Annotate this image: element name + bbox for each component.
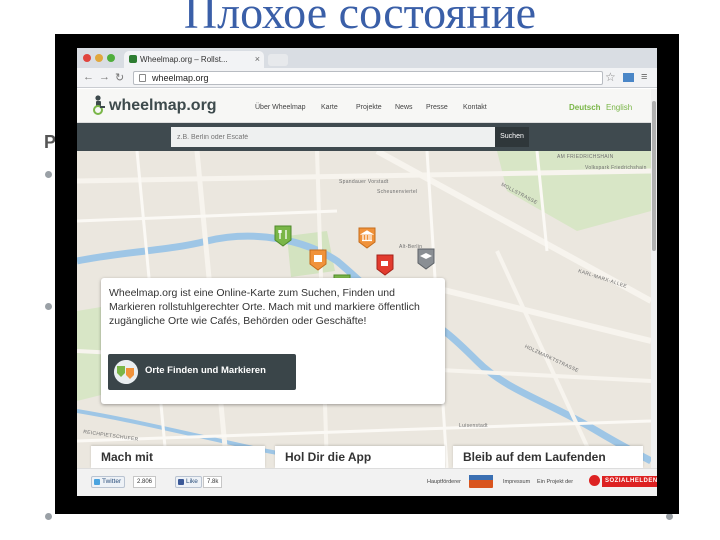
- sozialhelden-logo-icon[interactable]: [589, 475, 600, 486]
- sponsor-label: Hauptförderer: [427, 479, 461, 485]
- search-band: Suchen: [77, 123, 657, 151]
- like-count: 7.8k: [203, 476, 223, 488]
- street-label: Volkspark Friedrichshain: [585, 165, 647, 171]
- site-header: wheelmap.org Über Wheelmap Karte Projekt…: [77, 89, 657, 123]
- nav-kontakt[interactable]: Kontakt: [463, 104, 487, 111]
- new-tab-button[interactable]: [268, 54, 288, 66]
- project-of-label: Ein Projekt der: [537, 479, 574, 485]
- language-deutsch[interactable]: Deutsch: [569, 103, 601, 112]
- street-label: AM FRIEDRICHSHAIN: [557, 154, 614, 160]
- nav-uber-wheelmap[interactable]: Über Wheelmap: [255, 104, 306, 111]
- shopping-marker-icon[interactable]: [309, 249, 327, 271]
- museum-marker-icon[interactable]: [358, 227, 376, 249]
- slide-bullet: [45, 303, 52, 310]
- forward-icon[interactable]: →: [99, 71, 110, 83]
- street-label: Spandauer Vorstadt: [339, 179, 389, 185]
- wheelchair-logo-icon: [93, 95, 105, 115]
- browser-toolbar: ← → ↻ wheelmap.org ☆ ≡: [77, 68, 657, 88]
- search-button[interactable]: Suchen: [495, 127, 529, 147]
- education-marker-icon[interactable]: [417, 248, 435, 270]
- intro-box: Wheelmap.org ist eine Online-Karte zum S…: [101, 278, 445, 404]
- extension-icon[interactable]: [623, 73, 634, 82]
- browser-menu-icon[interactable]: ≡: [641, 71, 647, 83]
- facebook-like-button[interactable]: Like: [175, 476, 202, 488]
- browser-tab[interactable]: Wheelmap.org – Rollst... ×: [124, 51, 264, 68]
- slide-bullet: [666, 513, 673, 520]
- street-label: Scheunenviertel: [377, 189, 418, 195]
- tab-strip: Wheelmap.org – Rollst... ×: [77, 48, 657, 68]
- restaurant-marker-icon[interactable]: [274, 225, 292, 247]
- site-logo[interactable]: wheelmap.org: [109, 97, 217, 115]
- page-scrollbar[interactable]: [651, 89, 657, 468]
- address-bar[interactable]: wheelmap.org: [133, 71, 603, 85]
- card-app[interactable]: Hol Dir die App: [275, 446, 445, 468]
- twitter-label: Twitter: [102, 478, 122, 485]
- nav-karte[interactable]: Karte: [321, 104, 338, 111]
- road: [77, 209, 338, 223]
- scrollbar-thumb[interactable]: [652, 101, 656, 251]
- reload-icon[interactable]: ↻: [115, 71, 124, 84]
- map-markers-icon: [114, 360, 138, 384]
- card-title: Bleib auf dem Laufenden: [463, 450, 606, 464]
- maximize-window-button[interactable]: [107, 54, 115, 62]
- screenshot-frame: Wheelmap.org – Rollst... × ← → ↻ wheelma…: [55, 34, 679, 514]
- page-icon: [139, 74, 146, 82]
- tab-close-icon[interactable]: ×: [255, 54, 260, 64]
- card-title: Mach mit: [101, 450, 154, 464]
- nav-presse[interactable]: Presse: [426, 104, 448, 111]
- card-news[interactable]: Bleib auf dem Laufenden: [453, 446, 643, 468]
- search-input[interactable]: [171, 127, 495, 147]
- twitter-button[interactable]: Twitter: [91, 476, 126, 488]
- minimize-window-button[interactable]: [95, 54, 103, 62]
- card-mach-mit[interactable]: Mach mit: [91, 446, 265, 468]
- like-label: Like: [186, 478, 198, 485]
- tab-title: Wheelmap.org – Rollst...: [140, 55, 228, 64]
- nav-projekte[interactable]: Projekte: [356, 104, 382, 111]
- close-window-button[interactable]: [83, 54, 91, 62]
- slide-bullet: [45, 171, 52, 178]
- sozialhelden-logo[interactable]: SOZIALHELDEN: [602, 476, 657, 487]
- wheelmap-favicon-icon: [129, 55, 137, 63]
- thumbs-up-icon: [178, 479, 184, 485]
- impressum-link[interactable]: Impressum: [503, 479, 530, 485]
- site-footer: Twitter 2.806 Like 7.8k Hauptförderer Im…: [77, 468, 657, 496]
- nav-news[interactable]: News: [395, 104, 413, 111]
- twitter-bird-icon: [94, 479, 100, 485]
- partner-logo[interactable]: [469, 475, 493, 488]
- intro-text: Wheelmap.org ist eine Online-Karte zum S…: [109, 287, 420, 327]
- slide-bullet: [45, 513, 52, 520]
- street-label: Luisenstadt: [459, 423, 488, 429]
- address-url: wheelmap.org: [152, 73, 209, 83]
- browser-window: Wheelmap.org – Rollst... × ← → ↻ wheelma…: [77, 48, 657, 496]
- find-and-mark-button[interactable]: Orte Finden und Markieren: [108, 354, 296, 390]
- twitter-count: 2.806: [133, 476, 157, 488]
- back-icon[interactable]: ←: [83, 71, 94, 83]
- language-english[interactable]: English: [606, 103, 632, 112]
- cafe-marker-icon[interactable]: [376, 254, 394, 276]
- card-title: Hol Dir die App: [285, 450, 372, 464]
- bookmark-star-icon[interactable]: ☆: [605, 70, 616, 84]
- find-and-mark-label: Orte Finden und Markieren: [145, 365, 266, 376]
